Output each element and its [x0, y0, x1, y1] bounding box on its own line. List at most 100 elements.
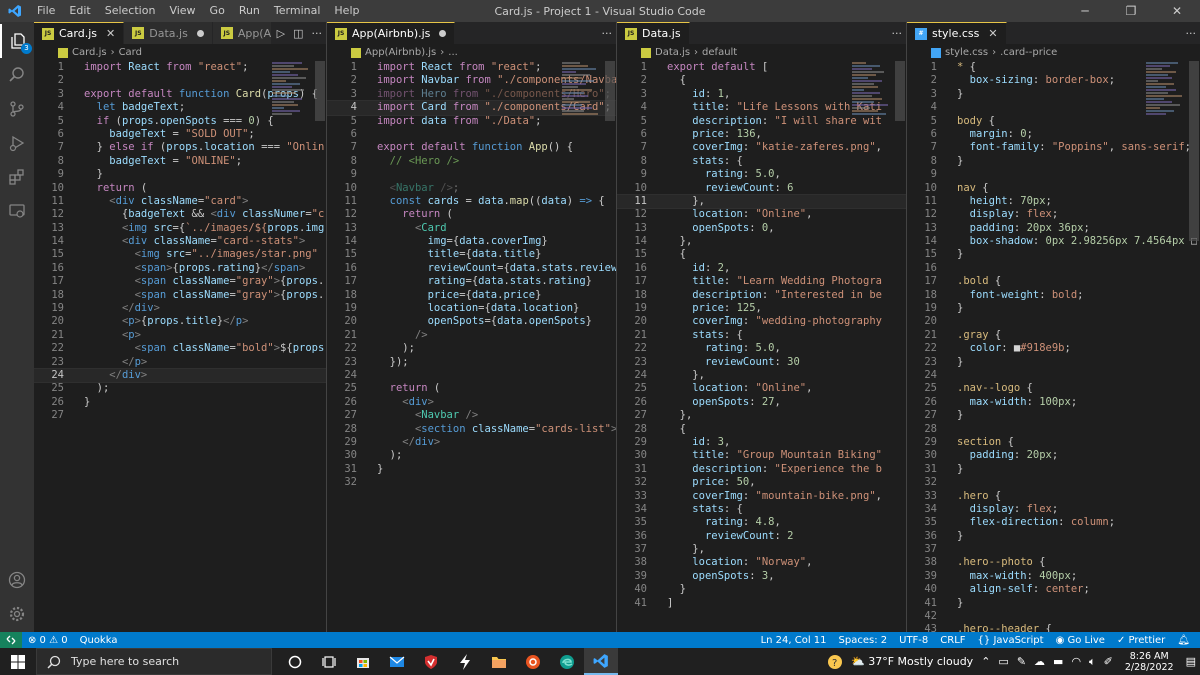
- microsoft-store-icon[interactable]: [346, 648, 380, 675]
- code-line[interactable]: 39 openSpots: 3,: [617, 570, 906, 583]
- code-line[interactable]: 42: [907, 610, 1200, 623]
- code-line[interactable]: 27 <Navbar />: [327, 409, 616, 422]
- scrollbar-thumb[interactable]: [605, 61, 615, 121]
- code-line[interactable]: 38 .hero--photo {: [907, 556, 1200, 569]
- code-line[interactable]: 12 {badgeText && <div classNumer="c: [34, 208, 326, 221]
- search-icon[interactable]: [0, 58, 34, 92]
- manage-gear-icon[interactable]: [0, 597, 34, 631]
- prettier-indicator[interactable]: ✓ Prettier: [1111, 635, 1171, 646]
- more-actions-icon[interactable]: ···: [892, 27, 903, 40]
- code-line[interactable]: 15 {: [617, 248, 906, 261]
- breadcrumb-item[interactable]: App(Airbnb).js: [365, 47, 436, 58]
- breadcrumb-item[interactable]: .card--price: [1000, 47, 1057, 58]
- chevron-up-icon[interactable]: ⌃: [977, 655, 994, 668]
- code-line[interactable]: 9 rating: 5.0,: [617, 168, 906, 181]
- code-line[interactable]: 24 </div>: [34, 367, 326, 384]
- code-line[interactable]: 15}: [907, 248, 1200, 261]
- scrollbar-thumb[interactable]: [315, 61, 325, 121]
- monitor-icon[interactable]: ▬: [1049, 655, 1067, 668]
- code-line[interactable]: 7 } else if (props.location === "Onlin: [34, 141, 326, 154]
- code-line[interactable]: 14 <div className="card--stats">: [34, 235, 326, 248]
- code-line[interactable]: 10 reviewCount: 6: [617, 182, 906, 195]
- code-line[interactable]: 16: [907, 262, 1200, 275]
- code-line[interactable]: 26 max-width: 100px;: [907, 396, 1200, 409]
- code-line[interactable]: 31}: [907, 463, 1200, 476]
- code-line[interactable]: 33 .hero {: [907, 490, 1200, 503]
- code-line[interactable]: 21 stats: {: [617, 329, 906, 342]
- menu-go[interactable]: Go: [203, 0, 232, 22]
- code-line[interactable]: 30 title: "Group Mountain Biking": [617, 449, 906, 462]
- problems-indicator[interactable]: ⊗ 0 ⚠ 0: [22, 635, 74, 646]
- explorer-icon[interactable]: 3: [0, 24, 34, 58]
- code-line[interactable]: 13 openSpots: 0,: [617, 222, 906, 235]
- code-line[interactable]: 29 id: 3,: [617, 436, 906, 449]
- vscode-logo-icon[interactable]: [0, 0, 30, 22]
- code-line[interactable]: 13 <img src={`../images/${props.img: [34, 222, 326, 235]
- code-line[interactable]: 14 img={data.coverImg}: [327, 235, 616, 248]
- code-line[interactable]: 40 align-self: center;: [907, 583, 1200, 596]
- code-line[interactable]: 16 <span>{props.rating}</span>: [34, 262, 326, 275]
- code-line[interactable]: 35 flex-direction: column;: [907, 516, 1200, 529]
- extensions-icon[interactable]: [0, 160, 34, 194]
- task-view-icon[interactable]: [312, 648, 346, 675]
- unsaved-dot-icon[interactable]: [439, 30, 447, 37]
- code-line[interactable]: 20: [907, 315, 1200, 328]
- code-line[interactable]: 22 rating: 5.0,: [617, 342, 906, 355]
- breadcrumb-item[interactable]: style.css: [945, 47, 988, 58]
- menu-run[interactable]: Run: [232, 0, 267, 22]
- code-line[interactable]: 26 <div>: [327, 396, 616, 409]
- code-line[interactable]: 25 return (: [327, 382, 616, 395]
- code-line[interactable]: 12 return (: [327, 208, 616, 221]
- code-line[interactable]: 11 height: 70px;: [907, 195, 1200, 208]
- code-line[interactable]: 39 max-width: 400px;: [907, 570, 1200, 583]
- menu-selection[interactable]: Selection: [98, 0, 163, 22]
- code-line[interactable]: 10 nav {: [907, 182, 1200, 195]
- code-line[interactable]: 9: [327, 168, 616, 181]
- code-line[interactable]: 11 const cards = data.map((data) => {: [327, 195, 616, 208]
- code-line[interactable]: 8 badgeText = "ONLINE";: [34, 155, 326, 168]
- breadcrumb-item[interactable]: default: [702, 47, 737, 58]
- code-line[interactable]: 31 description: "Experience the b: [617, 463, 906, 476]
- close-tab-icon[interactable]: ✕: [988, 27, 997, 40]
- code-line[interactable]: 28 <section className="cards-list">: [327, 423, 616, 436]
- code-line[interactable]: 26 openSpots: 27,: [617, 396, 906, 409]
- menu-view[interactable]: View: [162, 0, 202, 22]
- code-line[interactable]: 24 },: [617, 369, 906, 382]
- code-line[interactable]: 27}: [907, 409, 1200, 422]
- code-line[interactable]: 14 },: [617, 235, 906, 248]
- pen-icon[interactable]: ✎: [1013, 655, 1030, 668]
- code-line[interactable]: 14 box-shadow: 0px 2.98256px 7.4564px □: [907, 235, 1200, 248]
- weather-widget[interactable]: ⛅ 37°F Mostly cloudy: [847, 655, 977, 668]
- code-line[interactable]: 26}: [34, 396, 326, 409]
- code-line[interactable]: 11 <div className="card">: [34, 195, 326, 208]
- line-ending[interactable]: CRLF: [934, 635, 971, 646]
- code-line[interactable]: 7 export default function App() {: [327, 141, 616, 154]
- indentation[interactable]: Spaces: 2: [833, 635, 894, 646]
- code-line[interactable]: 32 price: 50,: [617, 476, 906, 489]
- code-line[interactable]: 23}: [907, 356, 1200, 369]
- more-actions-icon[interactable]: ···: [312, 27, 323, 40]
- code-line[interactable]: 30 );: [327, 449, 616, 462]
- breadcrumb-item[interactable]: Card: [119, 47, 142, 58]
- code-line[interactable]: 12 location: "Online",: [617, 208, 906, 221]
- cursor-position[interactable]: Ln 24, Col 11: [755, 635, 833, 646]
- stylus-icon[interactable]: ✐: [1100, 655, 1117, 668]
- code-line[interactable]: 31}: [327, 463, 616, 476]
- code-line[interactable]: 30 padding: 20px;: [907, 449, 1200, 462]
- code-line[interactable]: 7 coverImg: "katie-zaferes.png",: [617, 141, 906, 154]
- cortana-icon[interactable]: [278, 648, 312, 675]
- code-editor[interactable]: 1 export default [2 {3 id: 1, 4 title: "Li…: [617, 61, 906, 632]
- code-line[interactable]: 19}: [907, 302, 1200, 315]
- code-line[interactable]: 36}: [907, 530, 1200, 543]
- code-line[interactable]: 34 stats: {: [617, 503, 906, 516]
- code-line[interactable]: 28 {: [617, 423, 906, 436]
- wifi-icon[interactable]: ◠: [1067, 655, 1085, 668]
- code-line[interactable]: 21 />: [327, 329, 616, 342]
- vscode-taskbar-icon[interactable]: [584, 648, 618, 675]
- windows-start-icon[interactable]: [0, 648, 36, 675]
- split-editor-icon[interactable]: ◫: [293, 27, 303, 40]
- file-explorer-icon[interactable]: [482, 648, 516, 675]
- code-line[interactable]: 34 display: flex;: [907, 503, 1200, 516]
- code-line[interactable]: 23 </p>: [34, 356, 326, 369]
- code-line[interactable]: 41}: [907, 597, 1200, 610]
